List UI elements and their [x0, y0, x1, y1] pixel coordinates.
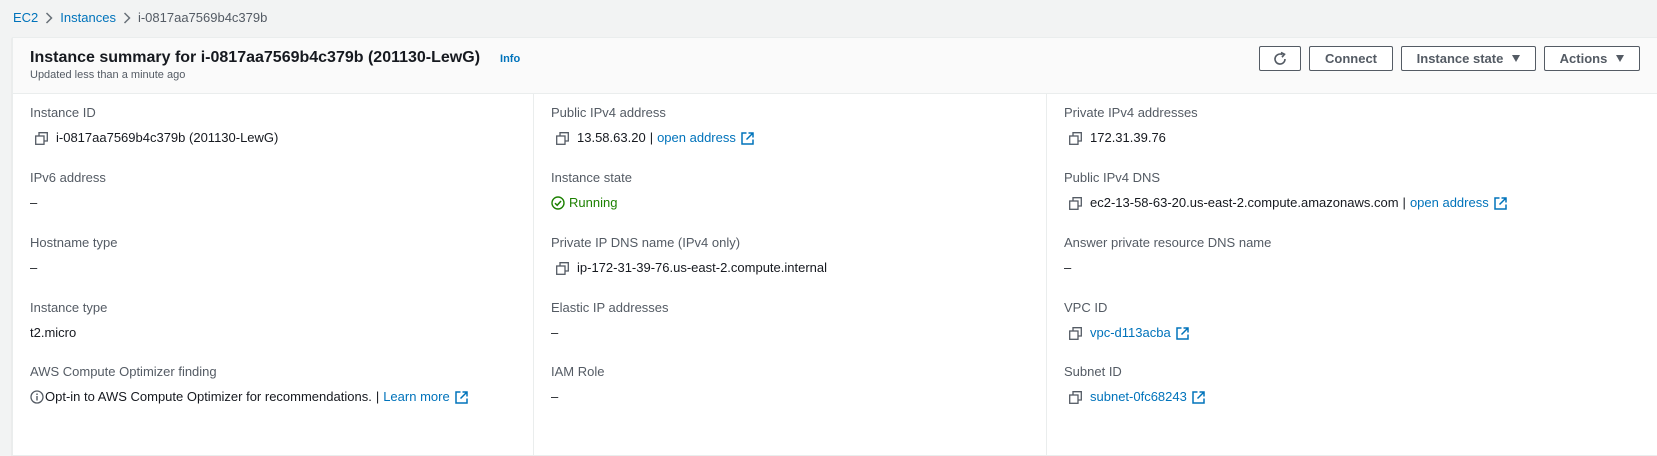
field-answer-dns: Answer private resource DNS name –: [1064, 235, 1271, 276]
breadcrumb-ec2[interactable]: EC2: [13, 10, 38, 25]
details-column-1: Instance ID i-0817aa7569b4c379b (201130-…: [13, 94, 534, 455]
field-subnet-id: Subnet ID subnet-0fc68243: [1064, 364, 1205, 405]
field-instance-type: Instance type t2.micro: [30, 300, 107, 341]
external-link-icon[interactable]: [1493, 196, 1507, 210]
actions-label: Actions: [1559, 51, 1608, 66]
info-link[interactable]: Info: [500, 53, 520, 65]
copy-icon[interactable]: [556, 261, 569, 275]
elastic-ip-value: –: [551, 325, 559, 340]
external-link-icon[interactable]: [1192, 390, 1205, 404]
public-ipv4-value: 13.58.63.20: [577, 130, 646, 145]
separator: |: [375, 389, 380, 404]
chevron-right-icon: [38, 10, 60, 25]
learn-more-link[interactable]: Learn more: [383, 389, 449, 405]
field-iam-role: IAM Role –: [551, 364, 604, 405]
public-dns-value: ec2-13-58-63-20.us-east-2.compute.amazon…: [1090, 195, 1399, 210]
external-link-icon[interactable]: [454, 390, 468, 404]
field-label: Instance ID: [30, 105, 96, 120]
iam-role-value: –: [551, 389, 559, 404]
breadcrumb: EC2 Instances i-0817aa7569b4c379b: [13, 8, 267, 26]
copy-icon[interactable]: [1069, 131, 1082, 145]
field-vpc-id: VPC ID vpc-d113acba: [1064, 300, 1189, 341]
field-label: Private IPv4 addresses: [1064, 105, 1198, 120]
field-public-dns: Public IPv4 DNS ec2-13-58-63-20.us-east-…: [1064, 170, 1507, 211]
field-label: Public IPv4 DNS: [1064, 170, 1161, 185]
details-column-2: Public IPv4 address 13.58.63.20 | open a…: [534, 94, 1047, 455]
field-label: IAM Role: [551, 364, 605, 379]
header-actions: Connect Instance state Actions: [1259, 46, 1640, 71]
optimizer-message: Opt-in to AWS Compute Optimizer for reco…: [45, 389, 372, 404]
ipv6-value: –: [30, 195, 38, 210]
instance-summary-panel: Instance summary for i-0817aa7569b4c379b…: [12, 37, 1657, 456]
vpc-id-link[interactable]: vpc-d113acba: [1090, 325, 1171, 341]
separator: |: [1402, 195, 1406, 210]
copy-icon[interactable]: [35, 131, 48, 145]
caret-down-icon: [1616, 55, 1625, 62]
subnet-id-link[interactable]: subnet-0fc68243: [1090, 389, 1187, 405]
instance-state-button[interactable]: Instance state: [1401, 46, 1536, 71]
open-address-link[interactable]: open address: [657, 130, 736, 146]
chevron-right-icon: [116, 10, 138, 25]
instance-state-label: Instance state: [1416, 51, 1504, 66]
open-address-link[interactable]: open address: [1410, 195, 1489, 211]
updated-timestamp: Updated less than a minute ago: [30, 69, 186, 81]
field-private-ip-dns: Private IP DNS name (IPv4 only) ip-172-3…: [551, 235, 827, 276]
field-label: Hostname type: [30, 235, 118, 250]
private-ipv4-value: 172.31.39.76: [1090, 130, 1166, 145]
external-link-icon[interactable]: [741, 131, 754, 145]
field-label: AWS Compute Optimizer finding: [30, 364, 217, 379]
page-title: Instance summary for i-0817aa7569b4c379b…: [30, 49, 481, 66]
field-ipv6: IPv6 address –: [30, 170, 106, 211]
field-compute-optimizer: AWS Compute Optimizer finding Opt-in to …: [30, 364, 468, 405]
copy-icon[interactable]: [556, 131, 569, 145]
field-label: Private IP DNS name (IPv4 only): [551, 235, 741, 250]
copy-icon[interactable]: [1069, 196, 1082, 210]
hostname-type-value: –: [30, 260, 38, 275]
details-column-3: Private IPv4 addresses 172.31.39.76 Publ…: [1047, 94, 1657, 455]
field-hostname-type: Hostname type –: [30, 235, 117, 276]
field-elastic-ip: Elastic IP addresses –: [551, 300, 669, 341]
copy-icon[interactable]: [1069, 390, 1082, 404]
caret-down-icon: [1512, 55, 1521, 62]
field-label: VPC ID: [1064, 300, 1108, 315]
breadcrumb-instances[interactable]: Instances: [60, 10, 116, 25]
refresh-button[interactable]: [1259, 46, 1301, 71]
check-circle-icon: [551, 196, 565, 210]
field-label: IPv6 address: [30, 170, 106, 185]
private-ip-dns-value: ip-172-31-39-76.us-east-2.compute.intern…: [577, 260, 828, 275]
field-label: Answer private resource DNS name: [1064, 235, 1272, 250]
external-link-icon[interactable]: [1175, 326, 1189, 340]
status-badge: Running: [569, 195, 618, 210]
details-grid: Instance ID i-0817aa7569b4c379b (201130-…: [13, 94, 1657, 455]
field-public-ipv4: Public IPv4 address 13.58.63.20 | open a…: [551, 105, 754, 146]
field-label: Instance type: [30, 300, 108, 315]
connect-button[interactable]: Connect: [1309, 46, 1393, 71]
field-label: Subnet ID: [1064, 364, 1122, 379]
actions-button[interactable]: Actions: [1544, 46, 1640, 71]
field-label: Instance state: [551, 170, 632, 185]
field-private-ipv4: Private IPv4 addresses 172.31.39.76: [1064, 105, 1198, 146]
instance-type-value: t2.micro: [30, 325, 77, 340]
refresh-icon: [1272, 51, 1288, 67]
separator: |: [649, 130, 654, 145]
field-instance-id: Instance ID i-0817aa7569b4c379b (201130-…: [30, 105, 278, 146]
field-label: Elastic IP addresses: [551, 300, 669, 315]
panel-header: Instance summary for i-0817aa7569b4c379b…: [13, 38, 1657, 94]
copy-icon[interactable]: [1069, 326, 1082, 340]
answer-dns-value: –: [1064, 260, 1072, 275]
field-label: Public IPv4 address: [551, 105, 666, 120]
field-instance-state: Instance state Running: [551, 170, 632, 211]
breadcrumb-current: i-0817aa7569b4c379b: [137, 9, 268, 25]
info-circle-icon: [30, 390, 44, 404]
instance-id-value: i-0817aa7569b4c379b (201130-LewG): [56, 130, 279, 145]
